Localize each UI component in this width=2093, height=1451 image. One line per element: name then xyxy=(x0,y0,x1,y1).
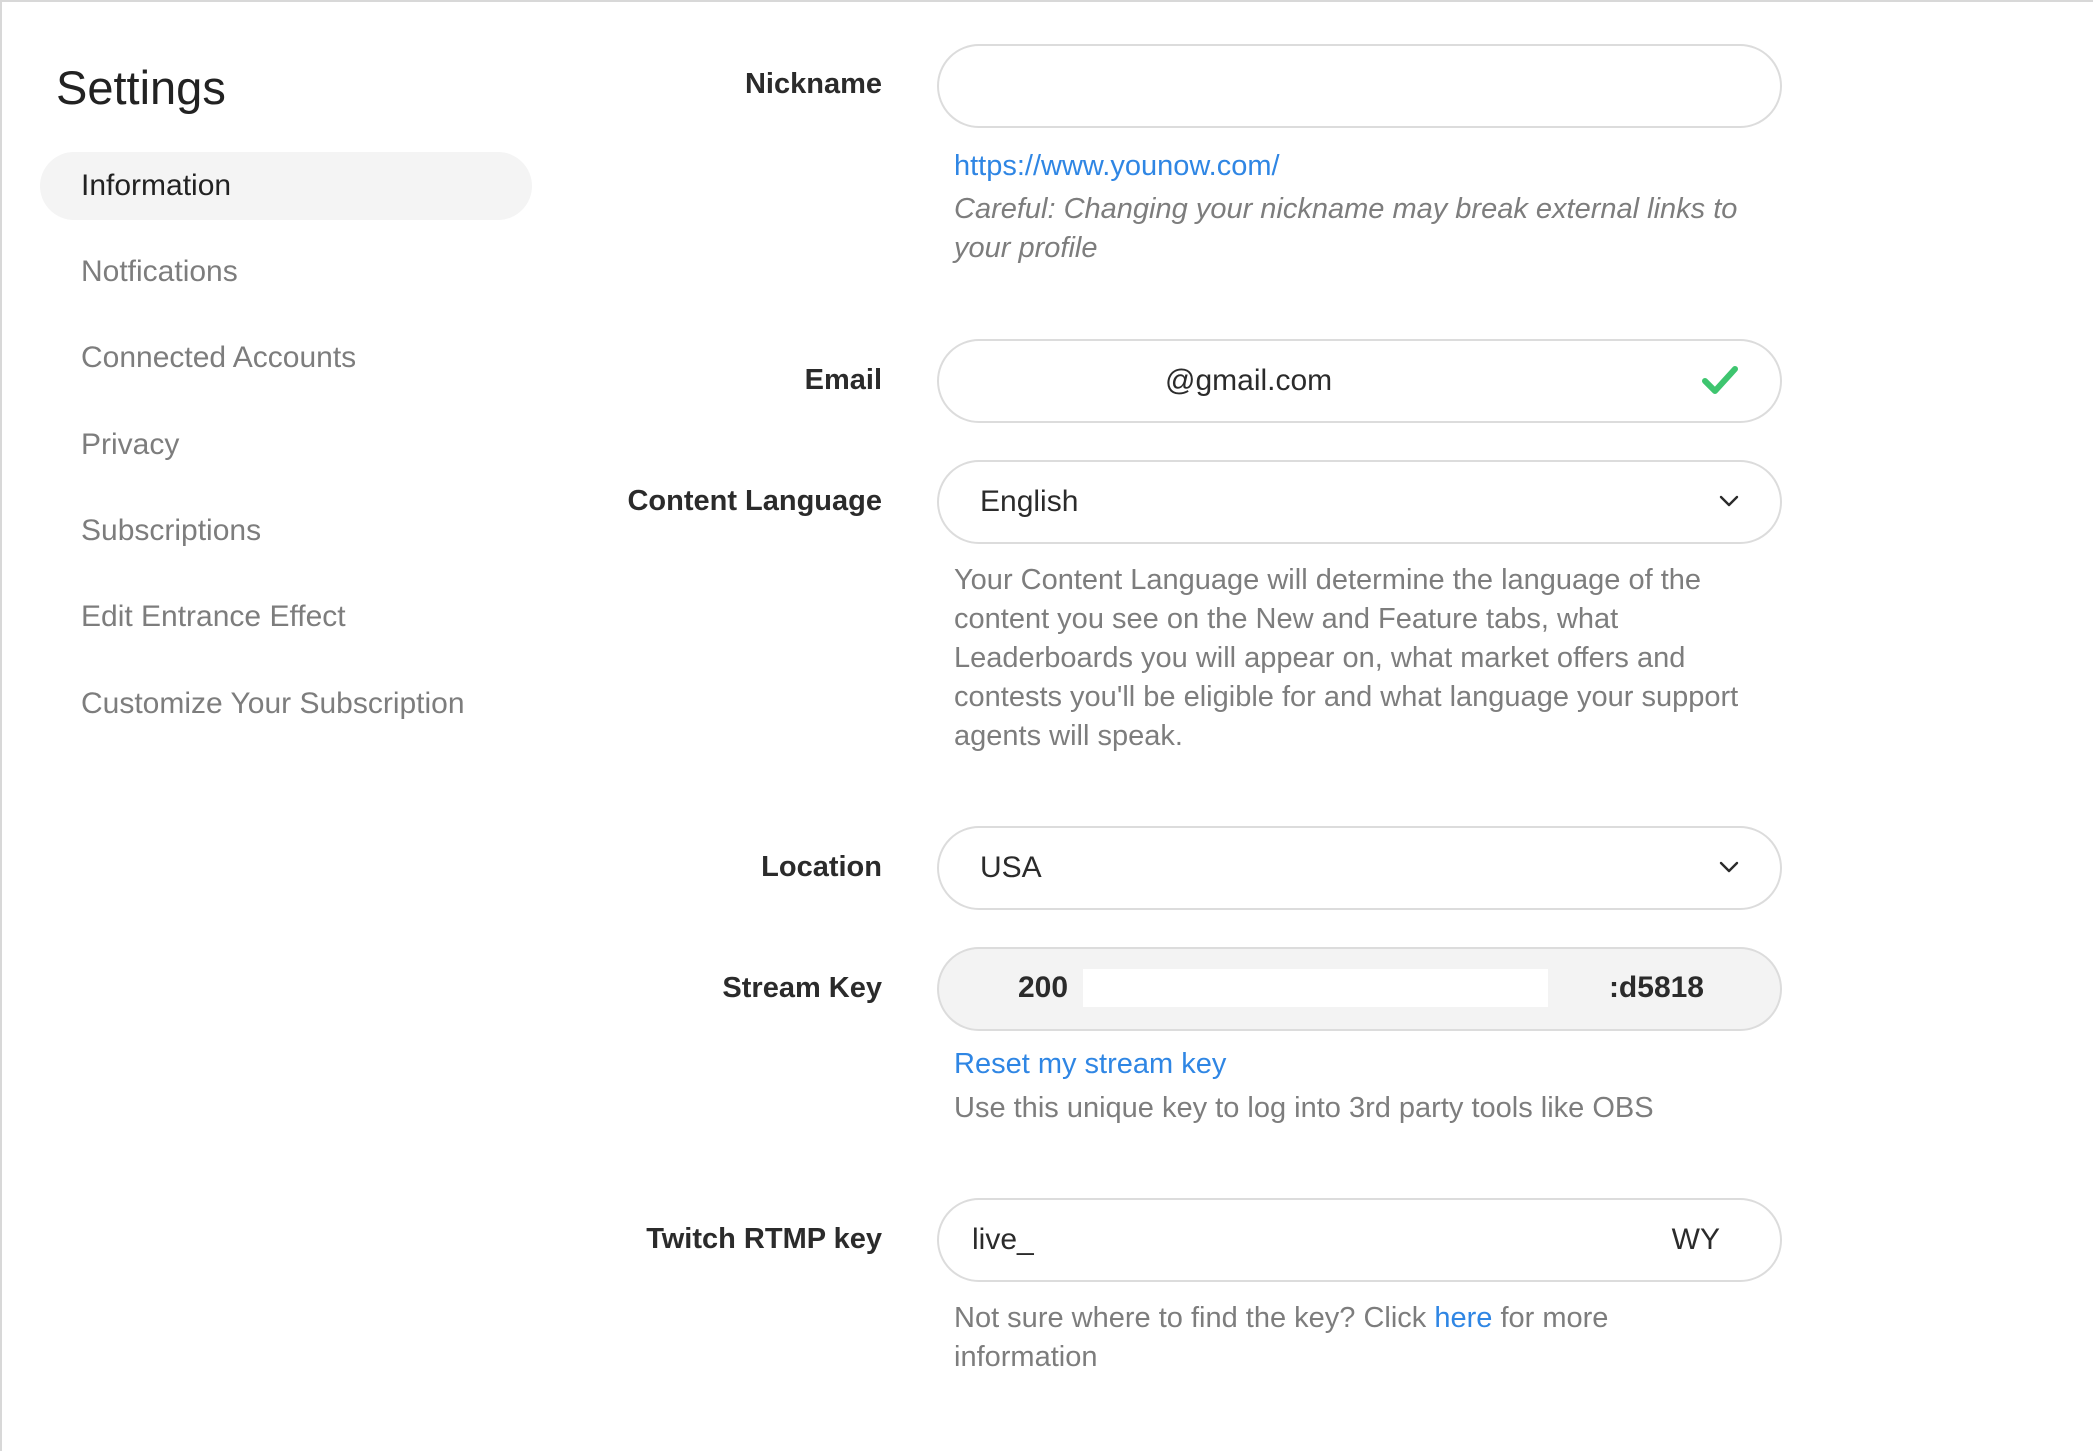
settings-page: Settings Information Notfications Connec… xyxy=(0,0,2093,1451)
chevron-down-icon xyxy=(1718,856,1740,878)
content-language-help: Your Content Language will determine the… xyxy=(954,564,1739,752)
sidebar-item-connected-accounts[interactable]: Connected Accounts xyxy=(40,324,532,392)
stream-key-value-end: :d5818 xyxy=(1608,971,1704,1004)
redaction-mask xyxy=(1083,969,1548,1007)
twitch-rtmp-label: Twitch RTMP key xyxy=(646,1223,882,1255)
content-language-label: Content Language xyxy=(627,485,882,517)
sidebar-item-privacy[interactable]: Privacy xyxy=(40,411,532,479)
email-label: Email xyxy=(804,364,882,396)
reset-stream-key-link[interactable]: Reset my stream key xyxy=(954,1045,1774,1084)
location-value: USA xyxy=(980,851,1042,884)
location-select[interactable]: USA xyxy=(937,826,1782,910)
page-title: Settings xyxy=(56,61,226,114)
profile-url-link[interactable]: https://www.younow.com/ xyxy=(954,147,1774,186)
nickname-warning: Careful: Changing your nickname may brea… xyxy=(954,193,1738,264)
check-icon xyxy=(1702,365,1738,400)
stream-key-label: Stream Key xyxy=(722,972,882,1004)
stream-key-help-block: Reset my stream key Use this unique key … xyxy=(954,1045,1774,1128)
twitch-help-prefix: Not sure where to find the key? Click xyxy=(954,1302,1427,1334)
nickname-label: Nickname xyxy=(744,68,882,100)
twitch-help-link[interactable]: here xyxy=(1434,1302,1492,1334)
twitch-rtmp-field[interactable]: live_ WY xyxy=(937,1198,1782,1282)
twitch-key-value-end[interactable]: WY xyxy=(1672,1200,1720,1280)
twitch-help: Not sure where to find the key? Click he… xyxy=(954,1299,1654,1377)
sidebar-item-customize-subscription[interactable]: Customize Your Subscription xyxy=(40,670,532,738)
sidebar-item-edit-entrance-effect[interactable]: Edit Entrance Effect xyxy=(40,583,532,651)
twitch-key-value-start[interactable]: live_ xyxy=(972,1200,1034,1280)
stream-key-help: Use this unique key to log into 3rd part… xyxy=(954,1092,1654,1124)
stream-key-field[interactable]: 200 :d5818 xyxy=(937,947,1782,1031)
content-language-select[interactable]: English xyxy=(937,460,1782,544)
nickname-input[interactable] xyxy=(939,46,1780,126)
nickname-field[interactable] xyxy=(937,44,1782,128)
email-field[interactable]: @gmail.com xyxy=(937,339,1782,423)
sidebar-item-subscriptions[interactable]: Subscriptions xyxy=(40,497,532,565)
chevron-down-icon xyxy=(1718,490,1740,512)
sidebar-item-notifications[interactable]: Notfications xyxy=(40,238,532,306)
stream-key-value-start: 200 xyxy=(1018,971,1069,1004)
nickname-help: https://www.younow.com/ Careful: Changin… xyxy=(954,147,1774,268)
email-value[interactable]: @gmail.com xyxy=(1165,341,1332,421)
content-language-value: English xyxy=(980,485,1079,518)
location-label: Location xyxy=(761,851,882,883)
sidebar-item-information[interactable]: Information xyxy=(40,152,532,220)
